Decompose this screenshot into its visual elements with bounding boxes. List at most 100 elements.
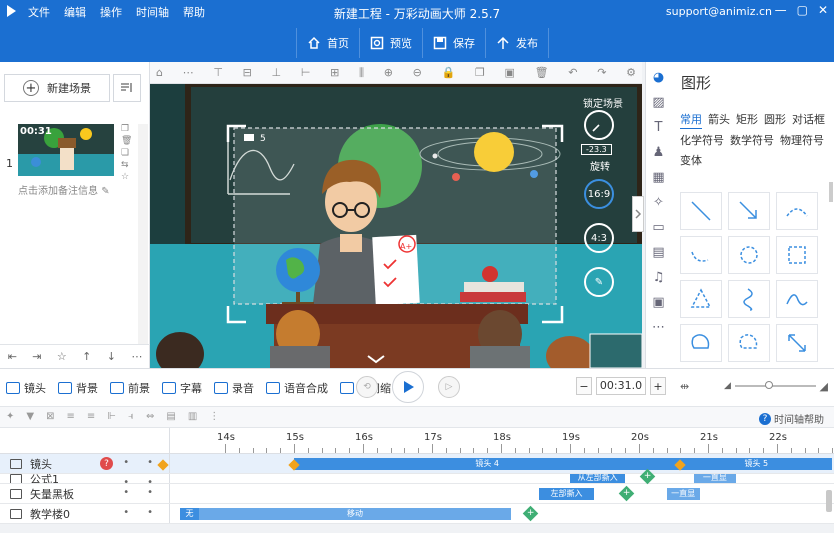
subtitle-tool[interactable]: 字幕 [162,380,202,396]
shape-blob[interactable] [680,324,722,362]
more-icon[interactable]: ⋯ [131,350,142,363]
visibility-dot-icon[interactable]: • [123,457,129,468]
decrease-time-button[interactable]: − [576,377,592,395]
tab-variants[interactable]: 变体 [680,153,702,169]
track-header[interactable]: 矢量黑板 • • [0,484,170,503]
draw-path-button[interactable]: ✎ [584,267,614,297]
increase-time-button[interactable]: + [650,377,666,395]
shape-arrow[interactable] [728,192,770,230]
background-tool[interactable]: 背景 [58,380,98,396]
camera-tool[interactable]: 镜头 [6,380,46,396]
lock-dot-icon[interactable]: • [147,477,153,483]
ungroup-icon[interactable]: ▥ [188,411,197,422]
distribute-icon[interactable]: ⫼ [359,66,364,80]
redo-icon[interactable]: ↷ [597,66,606,79]
lock-icon[interactable]: 🔒 [442,66,456,79]
rotation-value[interactable]: -23.3 [581,144,612,155]
timeline-track[interactable]: 公式1 • • 从左部撕入 一直显 [0,474,834,484]
align-bottom-icon[interactable]: ⊥ [272,66,282,79]
duplicate-icon[interactable]: ❏ [121,148,132,158]
foreground-tool[interactable]: 前景 [110,380,150,396]
lock-dot-icon[interactable]: • [147,487,153,498]
zoom-knob[interactable] [764,381,773,389]
shape-squiggle[interactable] [728,280,770,318]
tts-tool[interactable]: 语音合成 [266,380,328,396]
delete-layer-icon[interactable]: 🗑 [535,66,549,79]
close-icon[interactable]: ✕ [818,3,828,17]
track-clip[interactable]: 一直显 [694,474,736,483]
timeline-scrollbar[interactable] [826,490,832,512]
character-icon[interactable]: ♟ [650,143,668,161]
ratio-16-9-button[interactable]: 16:9 [584,179,614,209]
visibility-dot-icon[interactable]: • [123,487,129,498]
save-button[interactable]: 保存 [422,28,485,58]
move-up-icon[interactable]: ↑ [82,350,91,363]
folder-icon[interactable]: ▤ [650,243,668,261]
shape-dashed-square[interactable] [776,236,818,274]
shapes-icon[interactable]: ◕ [650,68,668,86]
timeline-track[interactable]: 矢量黑板 • • 左部撕入 一直显 [0,484,834,504]
star-icon[interactable]: ☆ [57,350,67,363]
lock-dot-icon[interactable]: • [147,507,153,518]
forward-button[interactable]: ▷ [438,376,460,398]
account-email[interactable]: support@animiz.cn [666,5,772,18]
fit-width-icon[interactable]: ⇹ [680,380,689,393]
maximize-icon[interactable]: ▢ [797,3,808,17]
tab-dialogs[interactable]: 对话框 [792,112,825,129]
track-clip[interactable]: 无 [180,508,199,520]
edit-icon[interactable]: ✎ [101,186,109,197]
speech-bubble-icon[interactable]: ▭ [650,218,668,236]
align-left-track-icon[interactable]: ≡ [66,411,74,422]
stretch-icon[interactable]: ⇔ [146,411,154,422]
tab-circles[interactable]: 圆形 [764,112,786,129]
track-header[interactable]: 教学楼0 • • [0,504,170,523]
zoom-track[interactable] [734,381,816,389]
rotation-dial[interactable] [584,110,614,140]
scene-options-button[interactable] [113,74,141,102]
more-options-icon[interactable]: ⋯ [183,66,194,79]
undo-icon[interactable]: ↶ [568,66,577,79]
shape-dashed-triangle[interactable] [680,280,722,318]
track-clip[interactable]: 一直显 [666,488,700,500]
track-header[interactable]: 公式1 • • [0,474,170,483]
play-button[interactable] [392,371,424,403]
settings-icon[interactable]: ⚙ [626,66,636,79]
timeline-track[interactable]: 教学楼0 • • 无移动 [0,504,834,524]
align-right-track-icon[interactable]: ≡ [87,411,95,422]
zoom-in-icon[interactable]: ⊕ [384,66,393,79]
timeline-zoom-slider[interactable]: ◢ ◢ [724,379,828,393]
zoom-out-icon[interactable]: ⊖ [413,66,422,79]
shape-dashed-blob[interactable] [728,324,770,362]
favorite-icon[interactable]: ☆ [121,172,132,182]
music-icon[interactable]: ♫ [650,268,668,286]
shape-wave[interactable] [776,280,818,318]
record-tool[interactable]: 录音 [214,380,254,396]
track-clip[interactable]: 镜头 4 [294,458,681,470]
tab-rectangles[interactable]: 矩形 [736,112,758,129]
align-left-icon[interactable]: ⊢ [301,66,311,79]
image-icon[interactable]: ▨ [650,93,668,111]
delete-icon[interactable]: 🗑 [121,136,132,146]
ratio-4-3-button[interactable]: 4:3 [584,223,614,253]
visibility-dot-icon[interactable]: • [123,477,129,483]
visibility-dot-icon[interactable]: • [123,507,129,518]
keyframe-icon[interactable]: ✦ [6,411,14,422]
split-icon[interactable]: ⋮ [209,411,219,422]
new-scene-button[interactable]: + 新建场景 [4,74,110,102]
scene-thumbnail-item[interactable]: 00:31 点击添加备注信息 ✎ [18,124,114,197]
photo-icon[interactable]: ▦ [650,168,668,186]
home-button[interactable]: 首页 [296,28,359,58]
copy-icon[interactable]: ❐ [121,124,132,134]
track-clip[interactable]: 从左部撕入 [570,474,626,483]
preview-button[interactable]: 预览 [359,28,422,58]
video-icon[interactable]: ▣ [650,293,668,311]
shape-dashed-arc[interactable] [776,192,818,230]
shape-double-arrow[interactable] [776,324,818,362]
filter-icon[interactable]: ▼ [26,411,34,422]
shapes-scrollbar[interactable] [829,182,833,202]
magic-wand-icon[interactable]: ✧ [650,193,668,211]
zoom-out-small-icon[interactable]: ◢ [724,381,731,391]
lock-dot-icon[interactable]: • [147,457,153,468]
align-end-icon[interactable]: ⫣ [128,411,134,422]
move-down-icon[interactable]: ↓ [107,350,116,363]
